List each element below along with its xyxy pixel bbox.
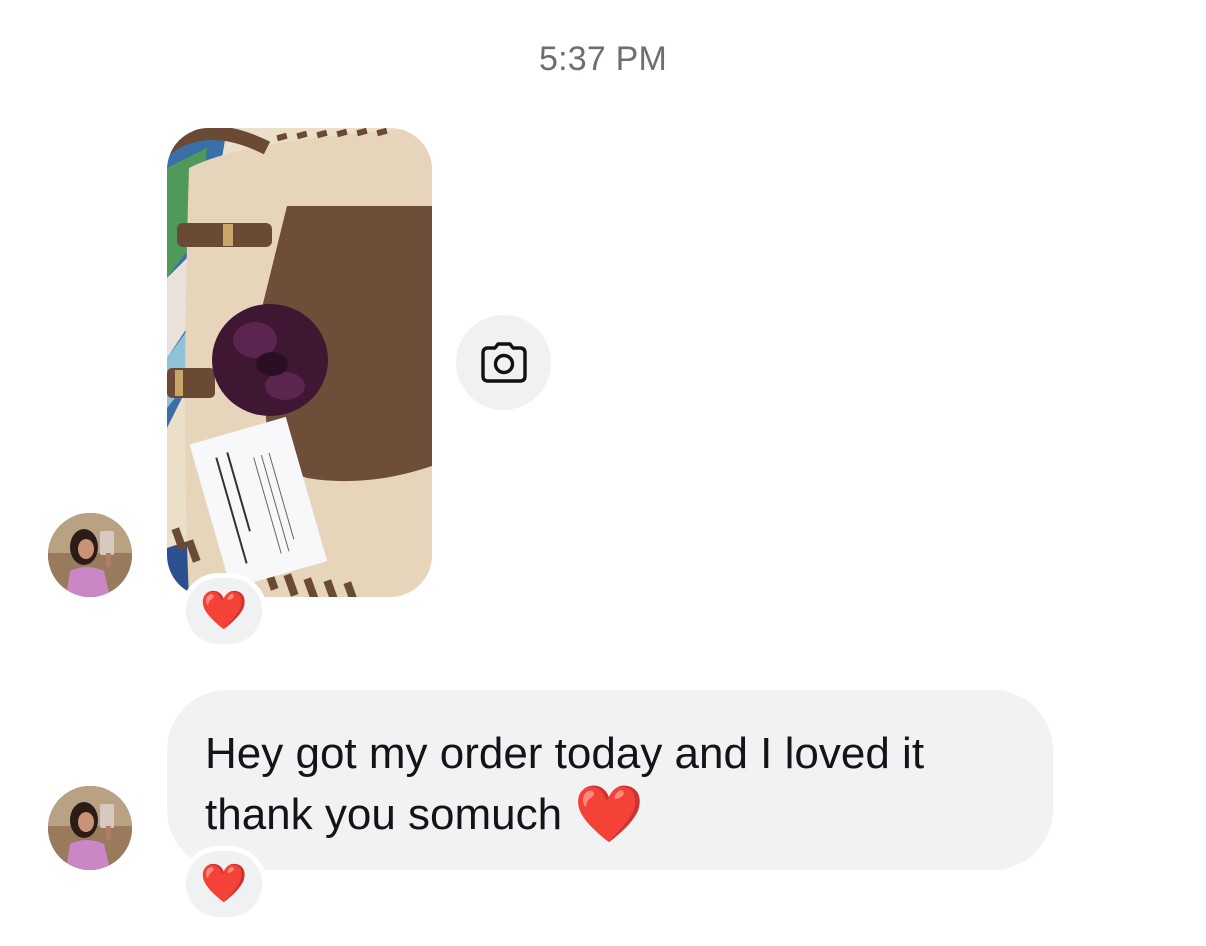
heart-reaction[interactable]: ❤️ [181, 846, 267, 922]
heart-icon: ❤️ [200, 590, 248, 632]
sender-avatar[interactable] [48, 513, 132, 597]
camera-button[interactable] [456, 315, 551, 410]
heart-icon: ❤️ [200, 863, 248, 905]
camera-icon [480, 341, 527, 383]
message-timestamp: 5:37 PM [538, 40, 668, 78]
chat-screen: 5:37 PM ❤️ Hey got my order today and I … [0, 0, 1206, 946]
heart-emoji: ❤️ [574, 782, 645, 845]
shared-photo[interactable] [167, 128, 432, 597]
sender-avatar[interactable] [48, 786, 132, 870]
message-bubble[interactable]: Hey got my order today and I loved it th… [167, 690, 1053, 870]
heart-reaction[interactable]: ❤️ [181, 573, 267, 649]
message-text: Hey got my order today and I loved it th… [205, 729, 925, 839]
